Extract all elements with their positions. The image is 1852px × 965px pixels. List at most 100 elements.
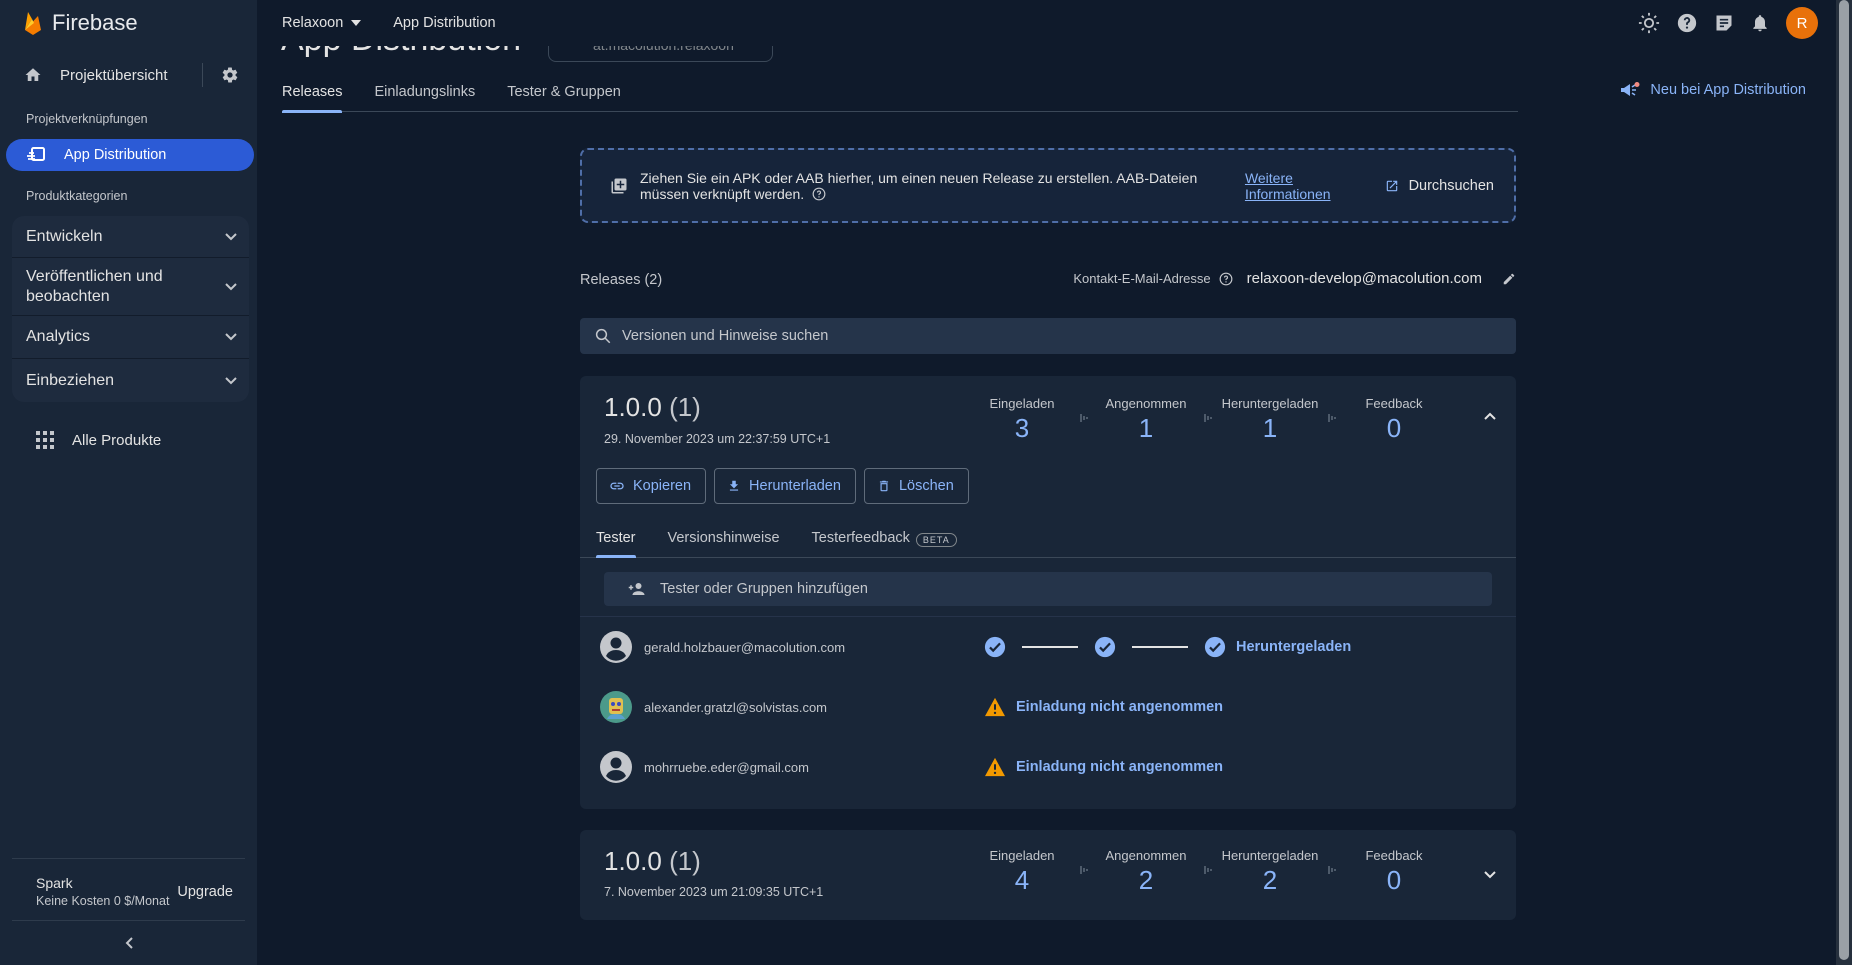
check-circle-icon <box>1204 636 1226 658</box>
category-release-monitor[interactable]: Veröffentlichen und beobachten <box>12 258 249 316</box>
caret-down-icon <box>351 20 362 26</box>
tab-release-notes[interactable]: Versionshinweise <box>668 522 780 557</box>
tab-testers-groups[interactable]: Tester & Gruppen <box>507 78 621 112</box>
link-icon <box>609 478 625 494</box>
tester-email: mohrruebe.eder@gmail.com <box>644 759 809 775</box>
stat-invited: Eingeladen 4 <box>960 848 1088 896</box>
category-develop[interactable]: Entwickeln <box>12 216 249 258</box>
tab-invite-links[interactable]: Einladungslinks <box>374 78 475 112</box>
divider <box>580 616 1516 617</box>
upgrade-button[interactable]: Upgrade <box>177 884 233 900</box>
whats-new-label: Neu bei App Distribution <box>1650 82 1806 98</box>
build-number: (1) <box>669 392 701 422</box>
release-notes-icon[interactable] <box>1714 13 1734 33</box>
browse-button[interactable]: Durchsuchen <box>1409 178 1494 194</box>
all-products-link[interactable]: Alle Produkte <box>0 420 257 460</box>
category-label: Veröffentlichen und beobachten <box>26 267 163 305</box>
stat-value: 1 <box>1262 413 1278 443</box>
help-circle-icon[interactable] <box>1219 272 1233 286</box>
category-analytics[interactable]: Analytics <box>12 316 249 359</box>
tab-testers[interactable]: Tester <box>596 522 636 558</box>
project-selector[interactable]: Relaxoon <box>282 15 362 31</box>
person-add-icon <box>628 582 646 596</box>
chevron-left-icon <box>125 937 133 949</box>
copy-link-button[interactable]: Kopieren <box>596 468 707 504</box>
stat-feedback: Feedback 0 <box>1332 848 1456 896</box>
gear-icon[interactable] <box>221 66 239 84</box>
help-circle-icon[interactable] <box>812 187 826 201</box>
user-avatar[interactable]: R <box>1786 7 1818 39</box>
stat-downloaded: Heruntergeladen 2 <box>1208 848 1336 896</box>
contact-email-row: Kontakt-E-Mail-Adresse relaxoon-develop@… <box>1073 270 1516 287</box>
category-label: Entwickeln <box>26 227 103 245</box>
chevron-up-icon[interactable] <box>1484 412 1496 420</box>
chevron-down-icon <box>225 282 237 291</box>
stat-label: Heruntergeladen <box>1221 848 1319 863</box>
stat-value: 2 <box>1138 865 1154 895</box>
add-tester-input[interactable]: Tester oder Gruppen hinzufügen <box>604 572 1492 606</box>
scrollbar-thumb[interactable] <box>1839 0 1849 960</box>
search-placeholder: Versionen und Hinweise suchen <box>622 328 829 344</box>
avatar <box>600 691 632 723</box>
stat-value: 0 <box>1386 413 1402 443</box>
delete-label: Löschen <box>898 478 954 494</box>
more-info-link[interactable]: Weitere Informationen <box>1245 170 1399 202</box>
stat-label: Angenommen <box>1105 396 1187 411</box>
collapse-sidebar-button[interactable] <box>12 920 245 965</box>
home-icon[interactable] <box>24 66 42 84</box>
delete-button[interactable]: Löschen <box>863 468 969 504</box>
help-icon[interactable] <box>1676 12 1698 34</box>
add-library-icon <box>610 177 628 195</box>
category-label: Analytics <box>26 328 91 345</box>
stat-label: Feedback <box>1365 848 1423 863</box>
stat-invited: Eingeladen 3 <box>960 396 1088 444</box>
check-circle-icon <box>984 636 1006 658</box>
theme-sun-icon[interactable] <box>1638 12 1660 34</box>
chevron-down-icon[interactable] <box>1484 871 1496 879</box>
stat-label: Feedback <box>1365 396 1423 411</box>
firebase-logo-icon <box>24 10 42 36</box>
progress-line <box>1132 646 1188 648</box>
tab-tester-feedback[interactable]: Testerfeedback BETA <box>812 522 957 557</box>
release-detail-tabs: Tester Versionshinweise Testerfeedback B… <box>580 522 1516 558</box>
tester-status: Einladung nicht angenommen <box>1016 759 1224 775</box>
all-products-label: Alle Produkte <box>72 431 162 449</box>
check-circle-icon <box>1094 636 1116 658</box>
chevron-down-icon <box>225 376 237 385</box>
stat-value: 3 <box>1014 413 1030 443</box>
notifications-bell-icon[interactable] <box>1750 13 1770 33</box>
release-search-input[interactable]: Versionen und Hinweise suchen <box>580 318 1516 354</box>
trash-icon <box>877 479 891 493</box>
download-icon <box>727 479 741 493</box>
release-card[interactable]: 1.0.0 (1) 7. November 2023 um 21:09:35 U… <box>580 830 1516 920</box>
project-overview-row: Projektübersicht <box>0 46 257 104</box>
brand[interactable]: Firebase <box>0 0 257 46</box>
download-label: Herunterladen <box>749 478 841 494</box>
stat-label: Heruntergeladen <box>1221 396 1319 411</box>
tester-status: Heruntergeladen <box>1236 639 1352 655</box>
page-tabs: Releases Einladungslinks Tester & Gruppe… <box>282 78 1518 113</box>
release-stats: Eingeladen 3 Angenommen 1 Heruntergeladen 1… <box>960 396 1456 444</box>
announcement-megaphone-icon <box>1620 82 1640 98</box>
download-button[interactable]: Herunterladen <box>714 468 856 504</box>
stat-label: Angenommen <box>1105 848 1187 863</box>
upload-dropzone[interactable]: Ziehen Sie ein APK oder AAB hierher, um … <box>580 148 1516 223</box>
whats-new-link[interactable]: Neu bei App Distribution <box>1620 82 1806 98</box>
topbar: Relaxoon App Distribution R <box>257 0 1836 46</box>
version-number: 1.0.0 <box>604 392 662 422</box>
plan-name: Spark <box>36 875 73 891</box>
stat-accepted: Angenommen 2 <box>1084 848 1212 896</box>
tester-row: gerald.holzbauer@macolution.com Herunter… <box>600 627 1496 667</box>
tab-releases[interactable]: Releases <box>282 78 343 113</box>
project-overview-link[interactable]: Projektübersicht <box>60 67 202 84</box>
release-card: 1.0.0 (1) 29. November 2023 um 22:37:59 … <box>580 376 1516 809</box>
stat-label: Eingeladen <box>989 848 1055 863</box>
dropzone-instructions: Ziehen Sie ein APK oder AAB hierher, um … <box>640 169 1198 202</box>
breadcrumb[interactable]: App Distribution <box>393 15 495 31</box>
edit-pencil-icon[interactable] <box>1502 272 1516 286</box>
sidebar-item-app-distribution[interactable]: App Distribution <box>6 139 254 171</box>
stat-label: Eingeladen <box>989 396 1055 411</box>
release-actions: Kopieren Herunterladen Löschen <box>596 468 969 504</box>
scrollbar[interactable] <box>1836 0 1852 965</box>
category-engage[interactable]: Einbeziehen <box>12 359 249 402</box>
